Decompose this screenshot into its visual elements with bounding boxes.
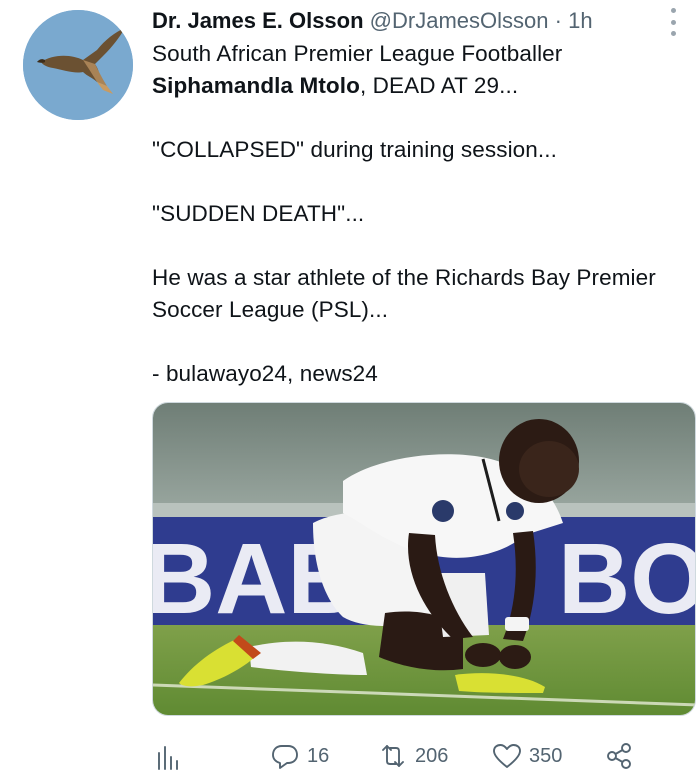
- tweet-header: Dr. James E. Olsson @DrJamesOlsson · 1h: [152, 6, 640, 36]
- tweet-line: He was a star athlete of the Richards Ba…: [152, 265, 656, 290]
- retweet-count: 206: [415, 744, 449, 767]
- billboard-text-right: BO: [558, 523, 696, 635]
- tweet-line: "SUDDEN DEATH"...: [152, 201, 365, 226]
- player-name: Siphamandla Mtolo: [152, 73, 360, 98]
- retweet-button[interactable]: 206: [378, 738, 448, 774]
- like-button[interactable]: 350: [492, 738, 562, 774]
- tweet-line: Siphamandla Mtolo, DEAD AT 29...: [152, 70, 692, 102]
- tweet-line: South African Premier League Footballer: [152, 41, 563, 66]
- tweet-actions: 16 206 350: [152, 738, 696, 774]
- author-name[interactable]: Dr. James E. Olsson: [152, 8, 364, 33]
- tweet-line-rest: , DEAD AT 29...: [359, 73, 519, 98]
- reply-button[interactable]: 16: [270, 738, 329, 774]
- analytics-icon: [158, 746, 178, 770]
- tweet-body: South African Premier League Footballer …: [152, 38, 692, 390]
- views-button[interactable]: [152, 738, 182, 774]
- reply-icon: [272, 745, 298, 769]
- more-options-icon[interactable]: [662, 8, 684, 36]
- tweet-timestamp[interactable]: 1h: [568, 8, 592, 33]
- avatar[interactable]: [23, 10, 133, 120]
- tweet-line: "COLLAPSED" during training session...: [152, 137, 557, 162]
- reply-count: 16: [307, 744, 330, 767]
- retweet-icon: [382, 745, 404, 767]
- footballer-tying-boot-photo: BAB BO: [153, 403, 696, 715]
- like-count: 350: [529, 744, 563, 767]
- share-button[interactable]: [604, 738, 634, 774]
- tweet-line: - bulawayo24, news24: [152, 361, 378, 386]
- tweet-line: Soccer League (PSL)...: [152, 297, 389, 322]
- separator-dot: ·: [554, 8, 562, 33]
- share-icon: [607, 743, 631, 769]
- heart-icon: [493, 744, 521, 768]
- author-handle[interactable]: @DrJamesOlsson: [370, 8, 549, 33]
- tweet-media-photo[interactable]: BAB BO: [152, 402, 696, 716]
- hawk-avatar-icon: [23, 10, 133, 120]
